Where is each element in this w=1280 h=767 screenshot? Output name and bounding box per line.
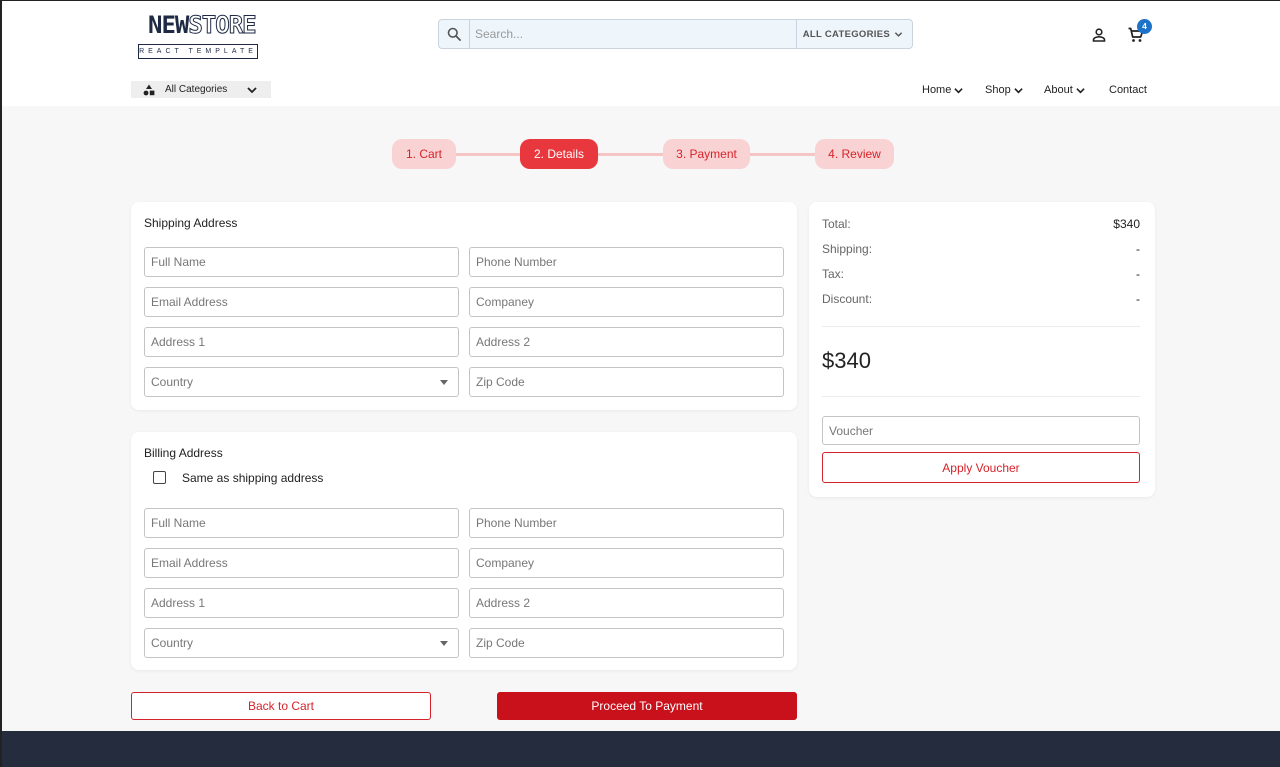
shipping-full-name-field[interactable] [144,247,459,277]
nav-home-label: Home [922,84,952,96]
summary-divider [822,396,1140,397]
billing-address2-field[interactable] [469,588,784,618]
categories-icon [143,84,155,95]
user-icon[interactable] [1091,27,1107,48]
summary-shipping-value: - [1136,242,1140,256]
chevron-down-icon [1076,87,1085,93]
step-connector [452,153,522,156]
nav-about[interactable]: About [1044,82,1085,98]
step-payment[interactable]: 3. Payment [663,139,750,169]
shipping-company-field[interactable] [469,287,784,317]
step-cart[interactable]: 1. Cart [392,139,456,169]
chevron-down-icon [894,31,903,37]
summary-shipping-row: Shipping: - [822,242,1140,256]
billing-address-title: Billing Address [144,446,223,460]
site-header: NEWSTORE REACT TEMPLATE ALL CATEGORIES 4… [2,0,1280,106]
summary-total-row: Total: $340 [822,217,1140,231]
summary-grand-total: $340 [822,348,871,373]
nav-contact-label: Contact [1109,84,1147,96]
shipping-phone-field[interactable] [469,247,784,277]
billing-phone-field[interactable] [469,508,784,538]
step-connector [597,153,665,156]
summary-tax-label: Tax: [822,267,845,281]
billing-country-select[interactable]: Country [144,628,459,658]
nav-shop[interactable]: Shop [985,82,1023,98]
caret-down-icon [440,380,448,385]
same-as-shipping-label[interactable]: Same as shipping address [182,471,323,485]
shipping-address2-field[interactable] [469,327,784,357]
nav-shop-label: Shop [985,84,1011,96]
summary-total-value: $340 [1113,217,1140,231]
checkout-stepper: 1. Cart 2. Details 3. Payment 4. Review [392,139,894,169]
store-logo[interactable]: NEWSTORE REACT TEMPLATE [138,11,260,61]
logo-tagline: REACT TEMPLATE [138,44,258,59]
billing-address1-field[interactable] [144,588,459,618]
shipping-address1-field[interactable] [144,327,459,357]
search-input[interactable] [470,20,796,48]
search-category-select[interactable]: ALL CATEGORIES [795,20,912,48]
all-categories-dropdown[interactable]: All Categories [131,81,271,98]
step-connector [748,153,818,156]
step-review[interactable]: 4. Review [815,139,894,169]
apply-voucher-button[interactable]: Apply Voucher [822,452,1140,483]
summary-divider [822,326,1140,327]
summary-shipping-label: Shipping: [822,242,873,256]
billing-company-field[interactable] [469,548,784,578]
shipping-country-select[interactable]: Country [144,367,459,397]
billing-email-field[interactable] [144,548,459,578]
all-categories-label: All Categories [165,84,228,95]
site-footer [2,731,1280,767]
back-to-cart-button[interactable]: Back to Cart [131,692,431,720]
logo-wordmark: NEWSTORE [148,11,257,40]
same-as-shipping-checkbox[interactable] [153,471,166,484]
summary-discount-label: Discount: [822,292,873,306]
voucher-input[interactable] [822,416,1140,445]
nav-contact[interactable]: Contact [1109,82,1147,98]
nav-about-label: About [1044,84,1073,96]
shipping-country-label: Country [151,375,194,389]
shipping-zip-field[interactable] [469,367,784,397]
cart-count-badge: 4 [1137,19,1152,34]
summary-discount-value: - [1136,292,1140,306]
billing-zip-field[interactable] [469,628,784,658]
summary-tax-row: Tax: - [822,267,1140,281]
summary-total-label: Total: [822,217,851,231]
chevron-down-icon [1014,87,1023,93]
search-category-label: ALL CATEGORIES [802,28,890,40]
billing-full-name-field[interactable] [144,508,459,538]
chevron-down-icon [954,87,964,93]
search-icon[interactable] [439,20,470,48]
chevron-down-icon [247,86,257,93]
nav-home[interactable]: Home [922,82,964,98]
step-details[interactable]: 2. Details [520,139,598,169]
shipping-address-title: Shipping Address [144,216,238,230]
caret-down-icon [440,641,448,646]
billing-country-label: Country [151,636,194,650]
shipping-email-field[interactable] [144,287,459,317]
search-bar: ALL CATEGORIES [438,19,913,49]
summary-discount-row: Discount: - [822,292,1140,306]
summary-tax-value: - [1136,267,1140,281]
proceed-to-payment-button[interactable]: Proceed To Payment [497,692,797,720]
